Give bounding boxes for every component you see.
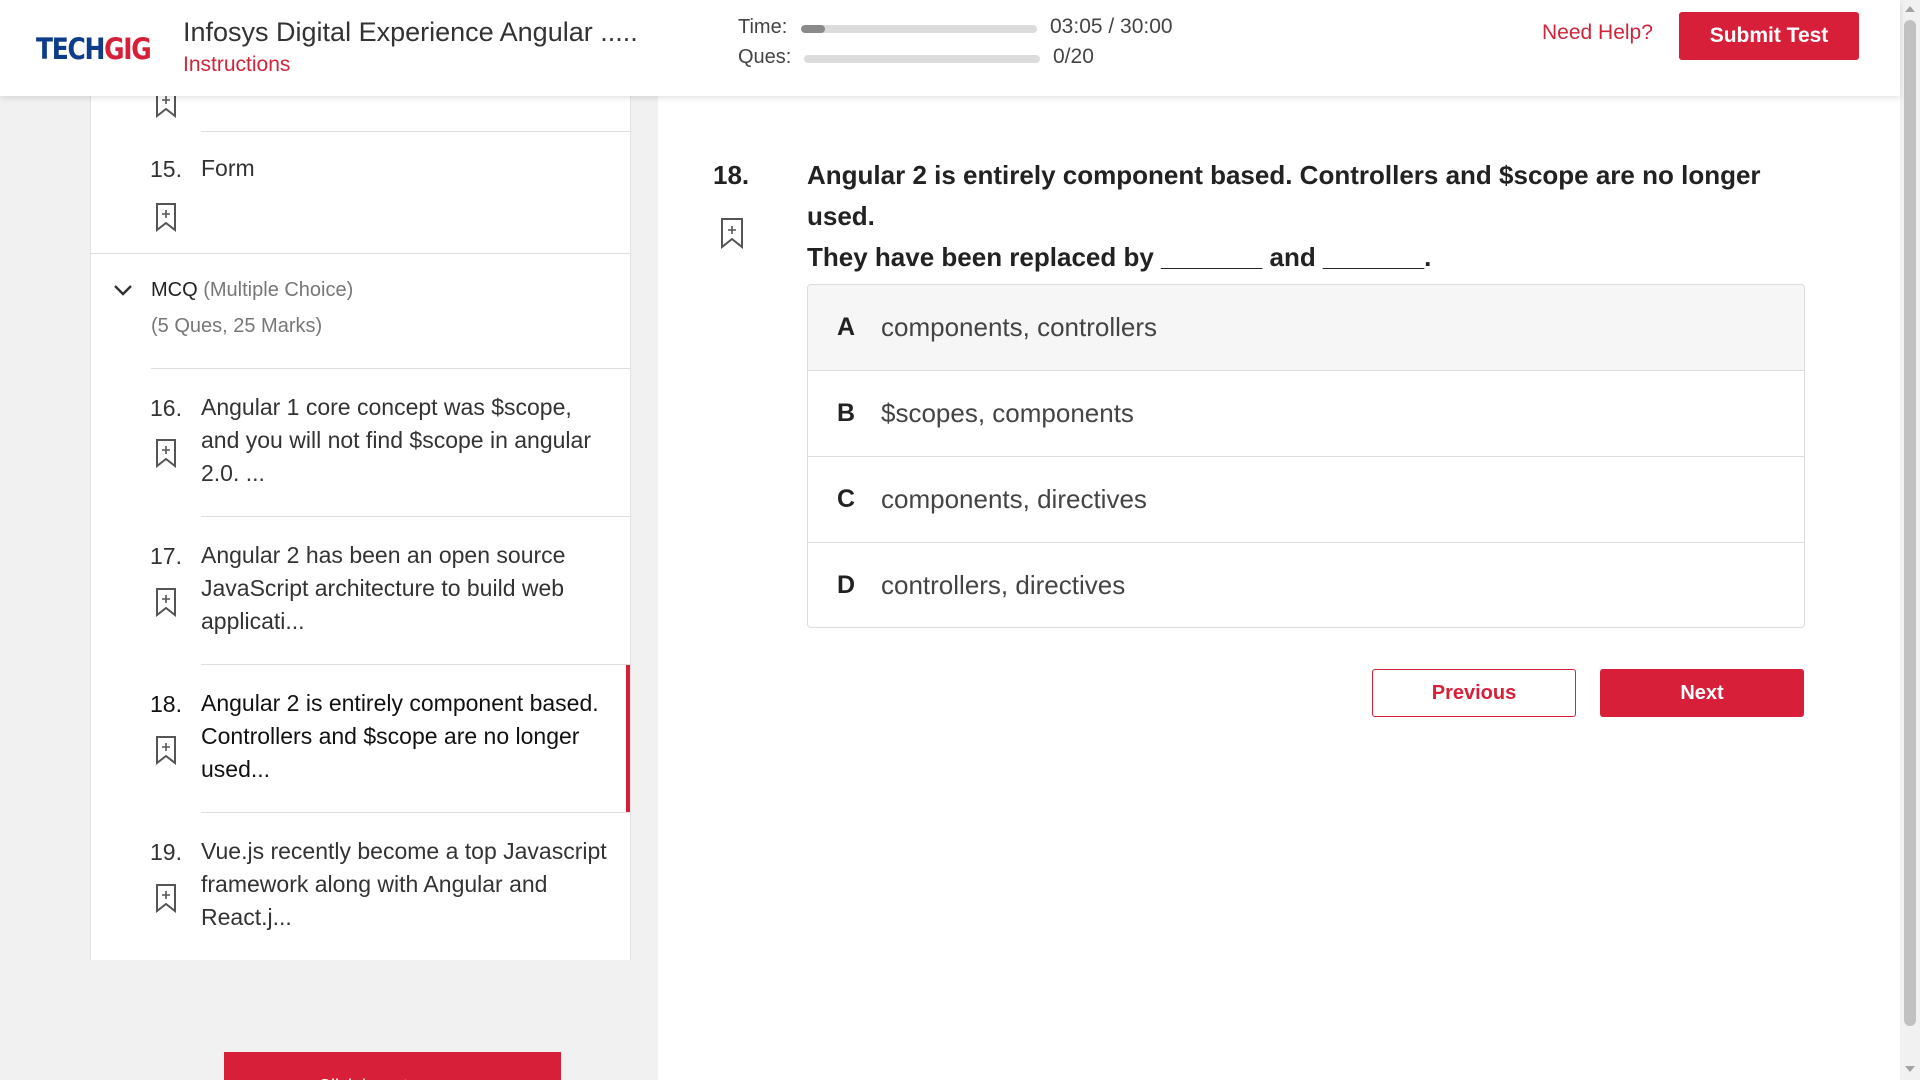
section-title-suffix: (Multiple Choice) [203, 279, 354, 301]
question-number: 18. [150, 691, 182, 717]
divider [91, 253, 630, 254]
next-button[interactable]: Next [1600, 669, 1804, 717]
ques-label: Ques: [738, 46, 792, 68]
question-text-line-2: They have been replaced by _______ and _… [807, 242, 1432, 272]
bookmark-icon[interactable] [155, 202, 177, 232]
question-text-line-1: Angular 2 is entirely component based. C… [807, 160, 1761, 231]
sidebar-question-19[interactable]: 19. Vue.js recently become a top Javascr… [91, 813, 630, 960]
option-text: components, directives [881, 484, 1147, 514]
option-text: $scopes, components [881, 398, 1134, 428]
page-scrollbar[interactable] [1900, 0, 1920, 1080]
active-indicator [626, 665, 630, 812]
option-b[interactable]: B $scopes, components [808, 371, 1804, 457]
option-letter: B [837, 399, 856, 427]
question-text: Angular 2 has been an open source JavaSc… [201, 542, 566, 634]
submit-test-button[interactable]: Submit Test [1679, 12, 1859, 60]
instructions-link[interactable]: Instructions [183, 53, 290, 77]
sidebar-question-17[interactable]: 17. Angular 2 has been an open source Ja… [91, 517, 630, 664]
logo-text-gig: GIG [104, 32, 152, 66]
techgig-logo[interactable]: TECHGIG [36, 32, 152, 66]
section-subtitle: (5 Ques, 25 Marks) [151, 315, 323, 337]
time-value: 03:05 / 30:00 [1050, 15, 1173, 38]
scroll-up-arrow-icon[interactable] [1905, 6, 1915, 12]
question-text: Angular 2 is entirely component based. C… [201, 690, 599, 782]
question-number: 15. [150, 156, 182, 182]
option-text: components, controllers [881, 312, 1158, 342]
time-label: Time: [738, 16, 788, 38]
question-sidebar[interactable]: 15. Form MCQ (Multiple Choice) (5 Ques, … [90, 96, 631, 960]
sidebar-question-18[interactable]: 18. Angular 2 is entirely component base… [91, 665, 630, 812]
current-question-number: 18. [713, 160, 750, 190]
section-title-main: MCQ [151, 279, 198, 301]
option-letter: C [837, 485, 856, 513]
ques-value: 0/20 [1053, 45, 1094, 68]
option-c[interactable]: C components, directives [808, 457, 1804, 543]
question-number: 17. [150, 543, 182, 569]
option-d[interactable]: D controllers, directives [808, 543, 1804, 627]
answer-options: A components, controllers B $scopes, com… [807, 284, 1805, 628]
chevron-down-icon[interactable] [113, 283, 133, 297]
sidebar-question-15[interactable]: 15. Form [91, 132, 630, 250]
time-progress-bar [801, 25, 1037, 33]
section-title: MCQ (Multiple Choice) [151, 279, 353, 302]
bookmark-icon[interactable] [155, 735, 177, 765]
logo-text-tech: TECH [36, 32, 105, 66]
option-a[interactable]: A components, controllers [808, 285, 1804, 371]
bookmark-icon[interactable] [155, 883, 177, 913]
question-text: Angular 1 core concept was $scope, and y… [201, 394, 591, 486]
question-number: 16. [150, 395, 182, 421]
move-button[interactable]: Click here to move [224, 1052, 561, 1080]
scroll-down-arrow-icon[interactable] [1905, 1066, 1915, 1072]
top-header: TECHGIG Infosys Digital Experience Angul… [0, 0, 1900, 96]
question-text: Vue.js recently become a top Javascript … [201, 838, 607, 930]
sidebar-question-16[interactable]: 16. Angular 1 core concept was $scope, a… [91, 369, 630, 517]
option-text: controllers, directives [881, 570, 1126, 600]
bookmark-icon[interactable] [155, 438, 177, 468]
bookmark-icon[interactable] [155, 587, 177, 617]
option-letter: A [837, 313, 856, 341]
bookmark-icon[interactable] [155, 96, 177, 118]
question-number: 19. [150, 839, 182, 865]
ques-progress-bar [804, 55, 1040, 63]
time-progress-fill [801, 25, 825, 33]
test-title: Infosys Digital Experience Angular ..... [183, 17, 638, 47]
question-text: Form [201, 155, 255, 181]
previous-button[interactable]: Previous [1372, 669, 1576, 717]
question-text: Angular 2 is entirely component based. C… [807, 155, 1817, 278]
bookmark-icon[interactable] [720, 217, 744, 249]
option-letter: D [837, 571, 856, 599]
need-help-link[interactable]: Need Help? [1542, 21, 1653, 45]
scrollbar-thumb[interactable] [1904, 20, 1916, 1026]
